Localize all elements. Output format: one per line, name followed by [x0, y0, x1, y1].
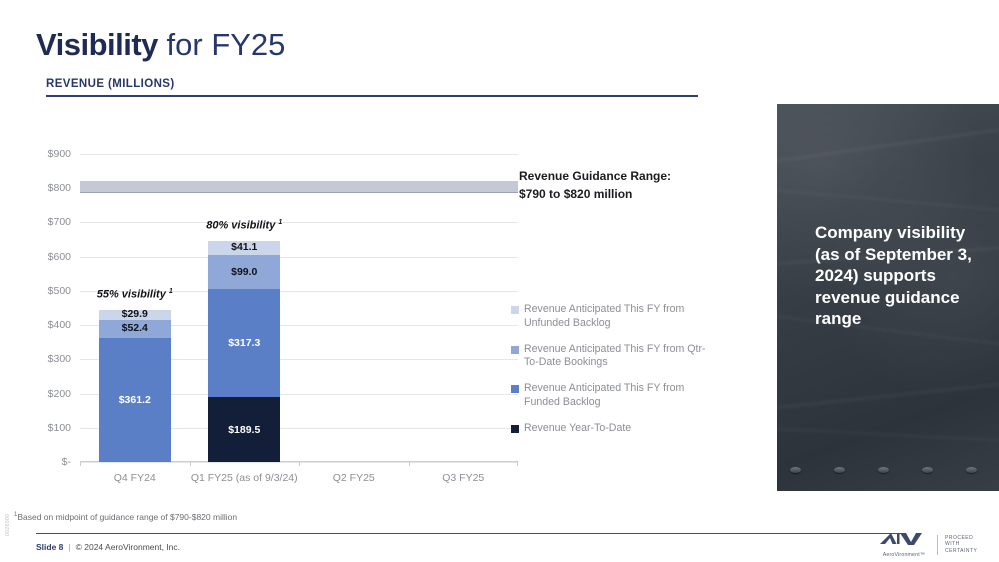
legend-color-swatch: [511, 385, 519, 393]
legend-item-label: Revenue Anticipated This FY from Qtr-To-…: [524, 342, 706, 369]
legend-item[interactable]: Revenue Anticipated This FY from Funded …: [511, 382, 711, 409]
slate-texture-streak: [777, 125, 999, 166]
page-title-rest: for FY25: [157, 27, 286, 62]
y-gridline: [80, 222, 518, 224]
chart-bar-segment[interactable]: $189.5: [208, 397, 281, 462]
page-title-strong: Visibility: [36, 27, 158, 62]
y-gridline: [80, 256, 518, 258]
y-axis-tick-label: $700: [47, 216, 71, 229]
rivet-icon: [922, 467, 933, 473]
logo-divider: [937, 534, 938, 555]
footer-divider: [36, 533, 906, 534]
x-axis-label: Q1 FY25 (as of 9/3/24): [190, 472, 298, 484]
chart-legend: Revenue Anticipated This FY from Unfunde…: [511, 303, 711, 448]
x-axis-tick: [517, 462, 518, 466]
visibility-annotation-text: 80% visibility: [206, 219, 279, 232]
revenue-guidance-callout: Revenue Guidance Range: $790 to $820 mil…: [519, 167, 734, 203]
y-axis-tick-label: $200: [47, 387, 71, 400]
bar-segment-value-label: $29.9: [121, 308, 148, 321]
logo-tagline-line2: WITH: [945, 541, 960, 548]
rivet-icon: [878, 467, 889, 473]
x-axis-label: Q4 FY24: [113, 472, 156, 484]
rivet-icon: [966, 467, 977, 473]
aerovironment-logo: AeroVironment™ PROCEED WITH CERTAINTY: [878, 531, 977, 558]
section-divider: [46, 95, 698, 97]
slate-texture-streak: [777, 380, 999, 411]
legend-color-swatch: [511, 306, 519, 314]
y-axis-tick-label: $900: [47, 148, 71, 160]
guidance-callout-line2: $790 to $820 million: [519, 187, 633, 201]
visibility-annotation-marker: 1: [168, 288, 173, 296]
slate-texture-streak: [777, 427, 999, 443]
x-axis-tick: [189, 462, 191, 466]
legend-color-swatch: [511, 345, 519, 354]
logo-tagline: PROCEED WITH CERTAINTY: [945, 535, 977, 555]
bar-segment-value-label: $317.3: [228, 336, 261, 349]
av-logo-wordmark: AeroVironment™: [882, 552, 926, 558]
av-logo-mark: AeroVironment™: [878, 531, 930, 558]
y-axis-tick-label: $500: [47, 284, 71, 297]
bar-segment-value-label: $361.2: [118, 394, 151, 407]
chart-bar[interactable]: $189.5 $317.3 $99.0 $41.1: [208, 240, 281, 462]
y-gridline: [80, 154, 518, 155]
logo-tagline-line3: CERTAINTY: [945, 547, 978, 554]
legend-item-label: Revenue Anticipated This FY from Funded …: [524, 382, 685, 408]
page-title: Visibility for FY25: [36, 27, 285, 63]
chart-bar-segment[interactable]: $317.3: [208, 288, 281, 398]
chart-bar-segment[interactable]: $29.9: [98, 308, 171, 321]
section-label: REVENUE (MILLIONS): [46, 78, 175, 90]
document-control-code: 0026000: [5, 513, 11, 536]
visibility-annotation: 80% visibility 1: [206, 219, 282, 232]
photo-panel-text: Company visibility (as of September 3, 2…: [815, 223, 972, 328]
slide-number: Slide 8: [36, 542, 64, 552]
av-logo-icon: [880, 533, 922, 545]
legend-item[interactable]: Revenue Year-To-Date: [511, 422, 711, 436]
rivet-icon: [834, 467, 845, 473]
visibility-annotation: 55% visibility 1: [97, 288, 173, 301]
y-axis-tick-label: $-: [61, 456, 71, 468]
y-axis-tick-label: $300: [47, 353, 71, 366]
footer-separator: |: [68, 542, 71, 552]
bar-segment-value-label: $41.1: [231, 240, 258, 253]
x-axis-label: Q3 FY25: [442, 472, 485, 484]
legend-item-label: Revenue Year-To-Date: [524, 421, 632, 434]
bar-segment-value-label: $189.5: [228, 423, 261, 436]
chart-plot-area: $- $100 $200 $300 $400 $500 $600 $700 $800 $900 Q4…: [48, 148, 518, 484]
chart-bar-segment[interactable]: $52.4: [98, 320, 171, 339]
y-axis-tick-label: $100: [47, 421, 71, 434]
x-axis-label: Q2 FY25: [332, 472, 375, 484]
y-axis-tick-label: $400: [47, 319, 71, 332]
visibility-annotation-text: 55% visibility: [96, 288, 169, 301]
chart-bar-segment[interactable]: $361.2: [98, 338, 171, 462]
legend-color-swatch: [511, 424, 519, 433]
slate-texture-streak: [777, 186, 999, 214]
revenue-stacked-bar-chart: $- $100 $200 $300 $400 $500 $600 $700 $800 $900 Q4…: [38, 140, 518, 490]
y-axis-tick-label: $600: [47, 250, 71, 263]
legend-item-label: Revenue Anticipated This FY from Unfunde…: [524, 303, 685, 329]
logo-tagline-line1: PROCEED: [945, 534, 974, 541]
chart-footnote: 1Based on midpoint of guidance range of …: [14, 512, 237, 522]
x-axis-tick: [408, 462, 410, 466]
chart-bar-segment[interactable]: $41.1: [208, 240, 281, 255]
visibility-annotation-marker: 1: [278, 218, 283, 226]
footer-copyright: © 2024 AeroVironment, Inc.: [75, 542, 181, 552]
footnote-text: Based on midpoint of guidance range of $…: [17, 512, 238, 522]
y-axis-tick-label: $800: [47, 182, 71, 195]
chart-bar-segment[interactable]: $99.0: [208, 254, 281, 289]
x-axis-tick: [299, 462, 300, 466]
x-axis-tick: [80, 462, 81, 466]
guidance-range-band: [80, 181, 518, 193]
footer-meta: Slide 8 | © 2024 AeroVironment, Inc.: [36, 542, 180, 552]
guidance-callout-line1: Revenue Guidance Range:: [519, 169, 672, 183]
bar-segment-value-label: $99.0: [231, 265, 258, 278]
rivet-icon: [790, 467, 801, 473]
legend-item[interactable]: Revenue Anticipated This FY from Unfunde…: [511, 303, 711, 330]
chart-bar[interactable]: $361.2 $52.4 $29.9: [98, 308, 171, 462]
legend-item[interactable]: Revenue Anticipated This FY from Qtr-To-…: [511, 343, 711, 370]
slate-photo-panel: Company visibility (as of September 3, 2…: [777, 104, 999, 491]
bar-segment-value-label: $52.4: [121, 322, 148, 335]
